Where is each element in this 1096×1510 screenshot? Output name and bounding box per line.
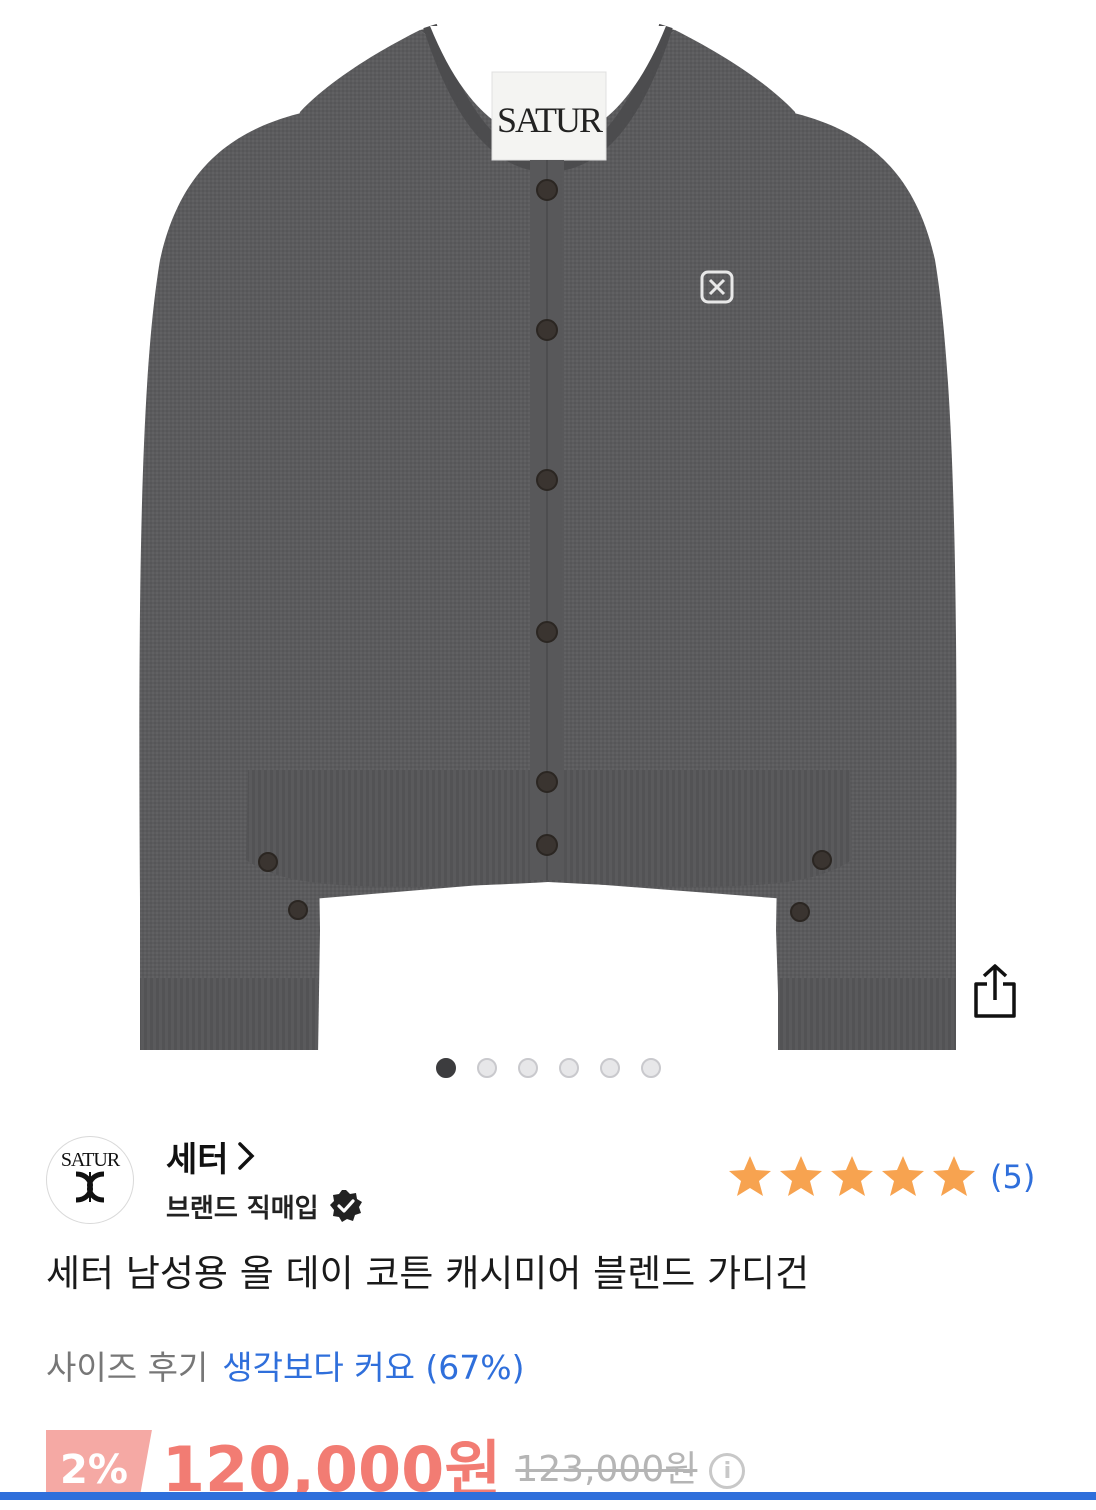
star-icon [933, 1156, 975, 1196]
size-review: 사이즈 후기 생각보다 커요 (67%) [46, 1344, 525, 1392]
product-image-area[interactable]: SATUR [0, 0, 1096, 1050]
rating-summary[interactable]: (5) [726, 1152, 1035, 1202]
info-icon[interactable]: i [709, 1453, 746, 1489]
star-icon [780, 1156, 822, 1196]
carousel-dot[interactable] [640, 1058, 661, 1078]
brand-tag-label: 브랜드 직매입 [166, 1193, 319, 1224]
chevron-right-icon [237, 1142, 255, 1170]
carousel-dot[interactable] [435, 1058, 456, 1078]
size-review-value[interactable]: 생각보다 커요 (67%) [222, 1344, 524, 1392]
brand-logo[interactable]: SATUR [46, 1136, 134, 1224]
product-title: 세터 남성용 올 데이 코튼 캐시미어 블렌드 가디건 [46, 1252, 810, 1295]
star-icon [831, 1156, 873, 1196]
star-rating [729, 1156, 975, 1196]
brand-name: 세터 [166, 1139, 229, 1180]
carousel-dot[interactable] [558, 1058, 579, 1078]
carousel-dot[interactable] [476, 1058, 497, 1078]
share-icon [974, 964, 1016, 1018]
verified-icon [329, 1190, 362, 1222]
carousel-dot[interactable] [517, 1058, 538, 1078]
brand-direct-badge: 브랜드 직매입 [166, 1186, 363, 1226]
star-icon [882, 1156, 924, 1196]
brand-mark-icon [75, 1171, 105, 1203]
discount-badge: 2% [46, 1430, 152, 1500]
size-review-label: 사이즈 후기 [46, 1348, 209, 1387]
carousel-dot[interactable] [599, 1058, 620, 1078]
price-row: 2% 120,000원 123,000원 i [46, 1430, 1096, 1506]
share-button[interactable] [970, 962, 1038, 1030]
review-count: (5) [990, 1158, 1036, 1196]
star-icon [729, 1156, 771, 1196]
svg-text:SATUR: SATUR [497, 100, 603, 140]
brand-logo-text: SATUR [60, 1149, 120, 1171]
carousel-indicator [0, 1054, 1096, 1082]
sale-price: 120,000원 [161, 1433, 502, 1506]
bottom-accent-bar [0, 1492, 1096, 1500]
original-price: 123,000원 [515, 1449, 698, 1490]
brand-link[interactable]: 세터 [166, 1134, 257, 1180]
product-image: SATUR [139, 23, 957, 1050]
